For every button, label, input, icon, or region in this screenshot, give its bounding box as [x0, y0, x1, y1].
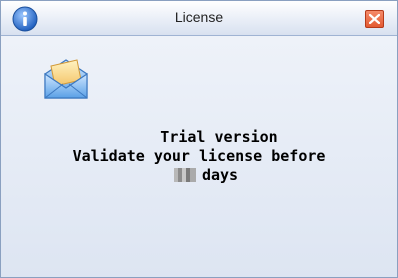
days-remaining-line: days: [1, 166, 397, 185]
days-text: days: [201, 166, 239, 184]
license-dialog: License Trial version Validate your lice…: [0, 0, 398, 278]
close-icon: [369, 14, 380, 24]
validate-license-text: Validate your license before: [72, 147, 326, 165]
dialog-content: Trial version Validate your license befo…: [1, 36, 397, 277]
close-button[interactable]: [365, 10, 384, 28]
window-title: License: [174, 9, 224, 25]
trial-version-text: Trial version: [160, 128, 278, 146]
obscured-days-count: [173, 168, 196, 182]
title-bar[interactable]: License: [1, 1, 397, 36]
envelope-icon: [41, 54, 91, 102]
license-message: Trial version Validate your license befo…: [1, 128, 397, 185]
